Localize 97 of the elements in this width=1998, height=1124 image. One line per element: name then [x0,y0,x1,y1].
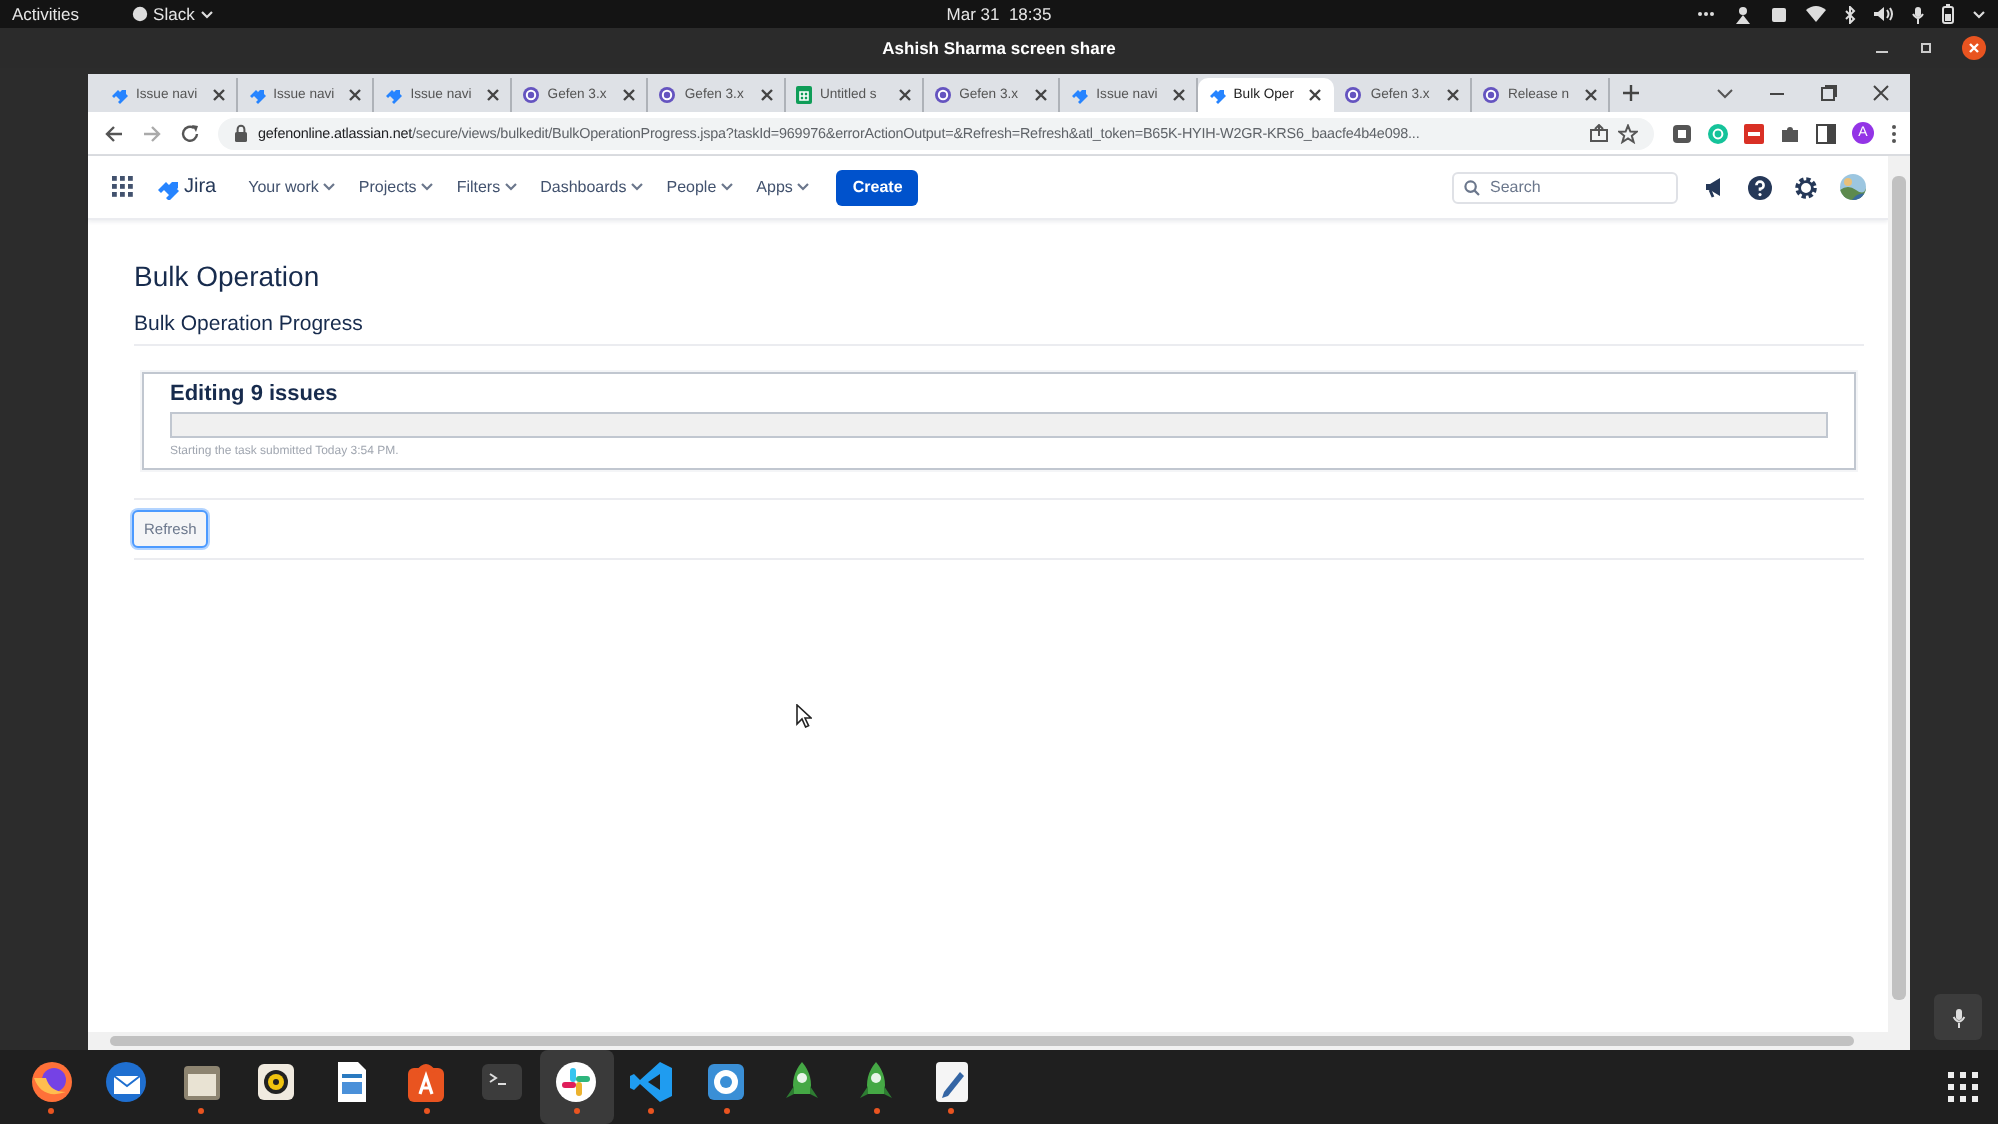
terminal-icon[interactable] [479,1060,524,1104]
close-icon[interactable] [1583,88,1598,102]
user-avatar-icon[interactable] [1840,174,1866,200]
extension-icon[interactable] [1744,123,1764,143]
running-dot-icon [198,1108,205,1114]
lock-icon [234,124,248,142]
horizontal-scrollbar[interactable] [88,1032,1910,1050]
target-icon [1481,86,1500,104]
arrows-icon [1070,86,1089,104]
caret-icon [322,182,337,192]
running-dot-icon [873,1108,880,1114]
reload-icon[interactable] [180,123,200,143]
target-icon [933,86,952,104]
search-field[interactable]: Search [1452,171,1678,203]
window-title: Ashish Sharma screen share [882,38,1116,58]
target-icon [658,86,677,104]
arrows-icon [247,86,266,104]
search-icon [1464,179,1480,195]
new-tab-icon[interactable] [1621,84,1640,102]
menu-icon[interactable] [1890,123,1898,143]
close-icon[interactable] [1171,88,1186,102]
megaphone-icon[interactable] [1704,176,1726,198]
bluetooth-icon[interactable] [1844,5,1857,23]
target-icon [521,86,540,104]
target-icon [1344,86,1363,104]
close-icon[interactable] [759,88,774,102]
arrows-icon [384,86,403,104]
close-icon[interactable] [622,88,637,102]
running-dot-icon [48,1108,55,1114]
caret-icon [720,182,735,192]
folder-icon[interactable] [179,1060,224,1104]
caret-icon [630,182,645,192]
page-title: Bulk Operation [134,260,322,292]
share-icon[interactable] [1590,124,1608,142]
volume-icon[interactable] [1874,6,1895,22]
aperture-icon[interactable] [704,1060,749,1104]
running-dot-icon [648,1108,655,1114]
pinwheel-icon[interactable] [554,1060,599,1104]
running-dot-icon [723,1108,730,1114]
wifi-icon[interactable] [1806,6,1827,22]
running-dot-icon [573,1108,580,1114]
section-heading: Bulk Operation Progress [134,312,1864,346]
envelope-icon[interactable] [104,1060,149,1104]
jira-logo[interactable]: Jira [156,175,217,199]
chevron-down-icon[interactable] [1716,87,1734,99]
task-title: Editing 9 issues [170,382,340,406]
help-icon[interactable] [1748,175,1772,199]
microphone-icon[interactable] [1912,5,1925,23]
settings-icon[interactable] [1794,175,1818,199]
caret-icon [504,182,519,192]
close-icon[interactable] [1445,88,1460,102]
nav-menu[interactable]: Dashboards [540,178,645,196]
clock[interactable]: Mar 31 18:35 [946,4,1052,24]
close-icon[interactable] [1034,88,1049,102]
side-panel-icon[interactable] [1816,123,1836,143]
app-icon [131,6,148,22]
app-menu[interactable]: Slack [131,4,215,24]
microphone-button[interactable] [1934,994,1982,1040]
restore-icon[interactable] [1820,84,1838,102]
mouse-pointer-icon [796,704,812,728]
more-icon[interactable] [1696,6,1717,22]
shopping-bag-icon[interactable] [404,1060,449,1104]
nav-menu[interactable]: Apps [756,178,811,196]
create-button[interactable]: Create [836,169,919,205]
back-icon[interactable] [104,123,124,143]
microphone-icon [1951,1007,1965,1027]
close-icon[interactable] [211,88,226,102]
person-icon[interactable] [1734,5,1753,23]
caret-icon [420,182,435,192]
arrows-icon [1207,86,1226,104]
running-dot-icon [423,1108,430,1114]
close-icon[interactable] [485,88,500,102]
nav-menu[interactable]: Filters [456,178,519,196]
running-dot-icon [948,1108,955,1114]
speaker-icon[interactable] [254,1060,299,1104]
caret-icon [200,9,215,19]
star-icon[interactable] [1618,123,1638,143]
app-grid-icon[interactable] [112,176,134,198]
vertical-scrollbar[interactable] [1888,156,1910,1032]
nav-menu[interactable]: Your work [248,178,337,196]
code-ribbon-icon[interactable] [629,1060,674,1104]
activities-button[interactable]: Activities [12,4,80,24]
close-icon[interactable] [1872,84,1890,102]
caret-icon [796,182,811,192]
close-icon[interactable] [1962,36,1987,60]
nav-menu[interactable]: Projects [358,178,435,196]
caret-icon [1972,9,1987,19]
dock-item[interactable] [539,1050,614,1124]
battery-icon[interactable] [1942,4,1955,24]
nav-menu[interactable]: People [666,178,735,196]
app-grid-icon[interactable] [1948,1072,1978,1102]
spreadsheet-icon [795,86,812,104]
close-icon[interactable] [897,88,912,102]
close-icon[interactable] [1308,88,1323,102]
arrows-icon [110,86,128,104]
close-icon[interactable] [348,88,363,102]
browser-icon[interactable] [29,1060,74,1104]
